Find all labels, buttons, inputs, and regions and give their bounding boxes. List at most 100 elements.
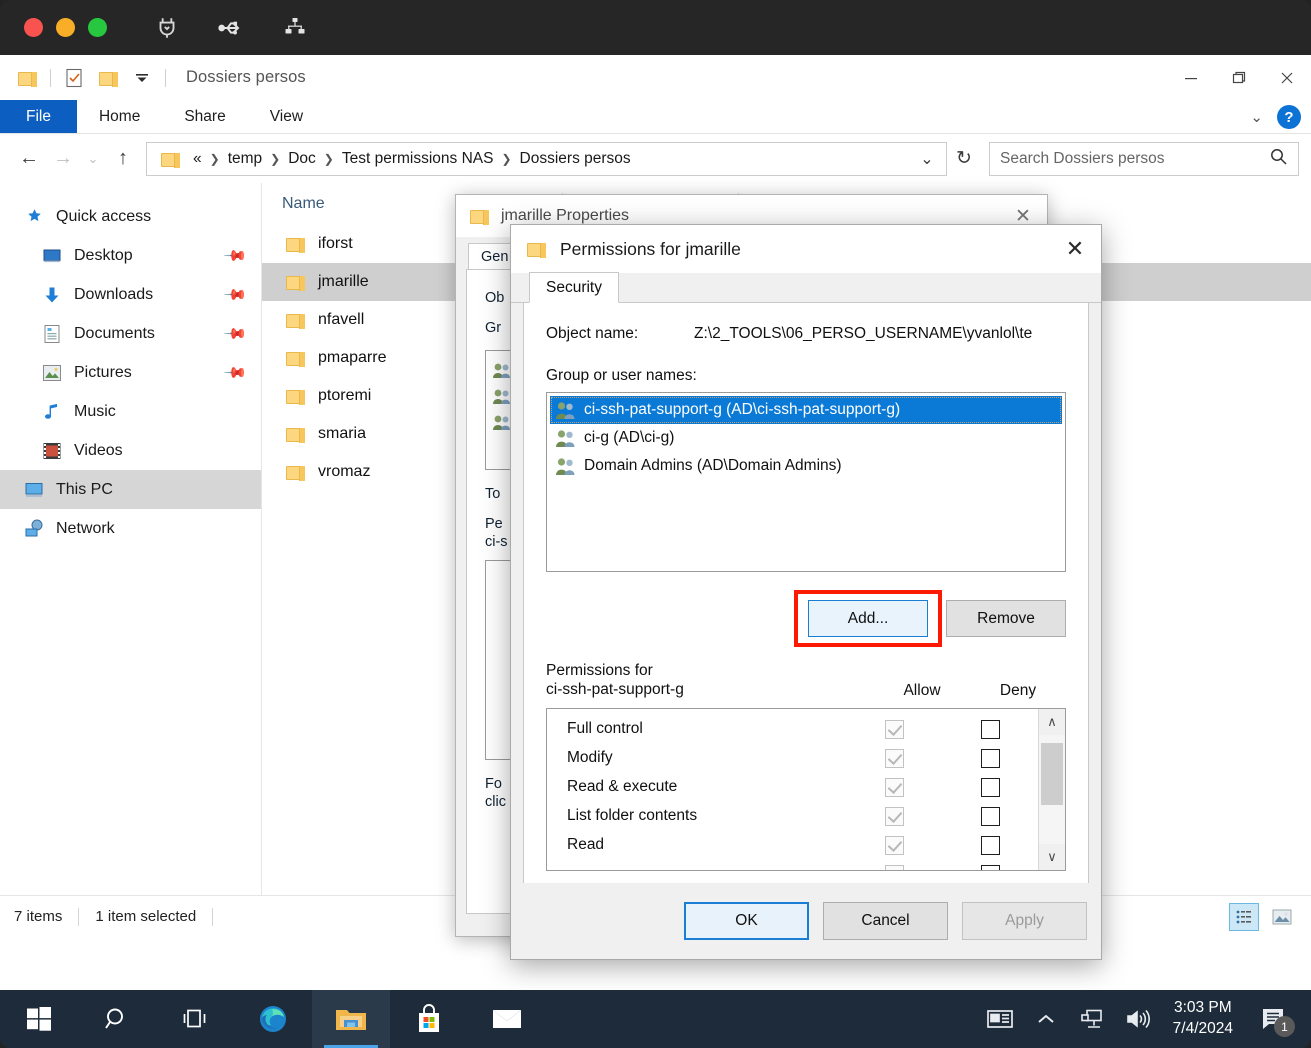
tab-security[interactable]: Security: [529, 272, 619, 303]
search-input[interactable]: Search Dossiers persos: [1000, 150, 1269, 168]
allow-checkbox[interactable]: [885, 749, 904, 768]
folder-icon[interactable]: [16, 67, 38, 89]
help-icon[interactable]: ?: [1277, 105, 1301, 129]
usb-icon[interactable]: [214, 11, 248, 45]
new-folder-icon[interactable]: [97, 67, 119, 89]
deny-cell[interactable]: [942, 807, 1038, 826]
deny-cell[interactable]: [942, 749, 1038, 768]
ok-button[interactable]: OK: [684, 902, 809, 940]
list-item[interactable]: ci-g (AD\ci-g): [550, 424, 1062, 452]
allow-checkbox[interactable]: [885, 720, 904, 739]
permissions-table[interactable]: Full control Modify Read & execute: [546, 708, 1066, 871]
permissions-scrollbar[interactable]: ∧ ∨: [1038, 709, 1065, 870]
news-and-interests-icon[interactable]: [977, 990, 1023, 1048]
table-row-partial[interactable]: [547, 860, 1038, 871]
scrollbar-track[interactable]: [1039, 735, 1065, 844]
allow-checkbox[interactable]: [885, 865, 904, 871]
network-topology-icon[interactable]: [278, 11, 312, 45]
sidebar-item-quick-access[interactable]: Quick access: [0, 197, 261, 236]
tab-share[interactable]: Share: [162, 100, 247, 133]
deny-checkbox[interactable]: [981, 749, 1000, 768]
mail-button[interactable]: [468, 990, 546, 1048]
add-button[interactable]: Add...: [808, 600, 928, 637]
volume-icon[interactable]: [1115, 990, 1161, 1048]
table-row[interactable]: Read & execute: [547, 773, 1038, 802]
list-item[interactable]: ci-ssh-pat-support-g (AD\ci-ssh-pat-supp…: [550, 396, 1062, 424]
task-view-button[interactable]: [156, 990, 234, 1048]
microsoft-store-button[interactable]: [390, 990, 468, 1048]
table-row[interactable]: Read: [547, 831, 1038, 860]
cancel-button[interactable]: Cancel: [823, 902, 948, 940]
tab-view[interactable]: View: [248, 100, 325, 133]
action-center-button[interactable]: 1: [1245, 990, 1301, 1048]
sidebar-item-music[interactable]: Music: [0, 392, 261, 431]
show-hidden-icons-chevron[interactable]: [1023, 990, 1069, 1048]
deny-cell[interactable]: [942, 836, 1038, 855]
deny-cell[interactable]: [942, 720, 1038, 739]
deny-checkbox[interactable]: [981, 720, 1000, 739]
search-icon[interactable]: [1269, 147, 1288, 171]
table-row[interactable]: List folder contents: [547, 802, 1038, 831]
forward-button[interactable]: →: [46, 142, 80, 176]
power-plug-icon[interactable]: [150, 11, 184, 45]
close-red-button[interactable]: [24, 18, 43, 37]
breadcrumb-item-test-permissions-nas[interactable]: Test permissions NAS: [336, 150, 500, 168]
maximize-button[interactable]: [1215, 55, 1263, 100]
back-button[interactable]: ←: [12, 142, 46, 176]
breadcrumb-item-doc[interactable]: Doc: [282, 150, 322, 168]
allow-cell[interactable]: [846, 749, 942, 768]
up-button[interactable]: ↑: [106, 142, 140, 176]
sidebar-item-this-pc[interactable]: This PC: [0, 470, 261, 509]
address-bar[interactable]: « ❯ temp ❯ Doc ❯ Test permissions NAS ❯ …: [146, 142, 947, 176]
deny-checkbox[interactable]: [981, 778, 1000, 797]
allow-cell[interactable]: [846, 720, 942, 739]
edge-button[interactable]: [234, 990, 312, 1048]
group-or-user-names-list[interactable]: ci-ssh-pat-support-g (AD\ci-ssh-pat-supp…: [546, 392, 1066, 572]
pin-icon[interactable]: 📌: [223, 321, 249, 347]
breadcrumb-overflow[interactable]: «: [187, 150, 208, 168]
permissions-dialog[interactable]: Permissions for jmarille ✕ Security Obje…: [510, 224, 1102, 960]
allow-cell[interactable]: [846, 865, 942, 871]
apply-button[interactable]: Apply: [962, 902, 1087, 940]
file-explorer-button[interactable]: [312, 990, 390, 1048]
deny-cell[interactable]: [942, 778, 1038, 797]
close-icon[interactable]: ✕: [1049, 225, 1101, 273]
refresh-icon[interactable]: ↻: [951, 144, 977, 174]
customize-chevron-icon[interactable]: [131, 67, 153, 89]
network-icon[interactable]: [1069, 990, 1115, 1048]
minimize-yellow-button[interactable]: [56, 18, 75, 37]
deny-checkbox[interactable]: [981, 807, 1000, 826]
scrollbar-thumb[interactable]: [1041, 743, 1063, 805]
pin-icon[interactable]: 📌: [223, 360, 249, 386]
allow-checkbox[interactable]: [885, 836, 904, 855]
minimize-button[interactable]: [1167, 55, 1215, 100]
list-item[interactable]: Domain Admins (AD\Domain Admins): [550, 452, 1062, 480]
sidebar-item-downloads[interactable]: Downloads 📌: [0, 275, 261, 314]
tab-file[interactable]: File: [0, 100, 77, 133]
allow-checkbox[interactable]: [885, 778, 904, 797]
close-button[interactable]: [1263, 55, 1311, 100]
sidebar-item-pictures[interactable]: Pictures 📌: [0, 353, 261, 392]
remove-button[interactable]: Remove: [946, 600, 1066, 637]
sidebar-item-documents[interactable]: Documents 📌: [0, 314, 261, 353]
table-row[interactable]: Modify: [547, 744, 1038, 773]
properties-check-icon[interactable]: [63, 67, 85, 89]
breadcrumb-item-temp[interactable]: temp: [222, 150, 268, 168]
allow-cell[interactable]: [846, 836, 942, 855]
scroll-up-icon[interactable]: ∧: [1039, 709, 1065, 735]
sidebar-item-desktop[interactable]: Desktop 📌: [0, 236, 261, 275]
table-row[interactable]: Full control: [547, 715, 1038, 744]
large-icons-view-icon[interactable]: [1267, 903, 1297, 931]
allow-checkbox[interactable]: [885, 807, 904, 826]
pin-icon[interactable]: 📌: [223, 243, 249, 269]
search-button[interactable]: [78, 990, 156, 1048]
deny-cell[interactable]: [942, 865, 1038, 871]
breadcrumb-item-dossiers-persos[interactable]: Dossiers persos: [514, 150, 637, 168]
pin-icon[interactable]: 📌: [223, 282, 249, 308]
deny-checkbox[interactable]: [981, 836, 1000, 855]
deny-checkbox[interactable]: [981, 865, 1000, 871]
scroll-down-icon[interactable]: ∨: [1039, 844, 1065, 870]
start-button[interactable]: [0, 990, 78, 1048]
clock[interactable]: 3:03 PM 7/4/2024: [1161, 998, 1245, 1040]
sidebar-item-network[interactable]: Network: [0, 509, 261, 548]
